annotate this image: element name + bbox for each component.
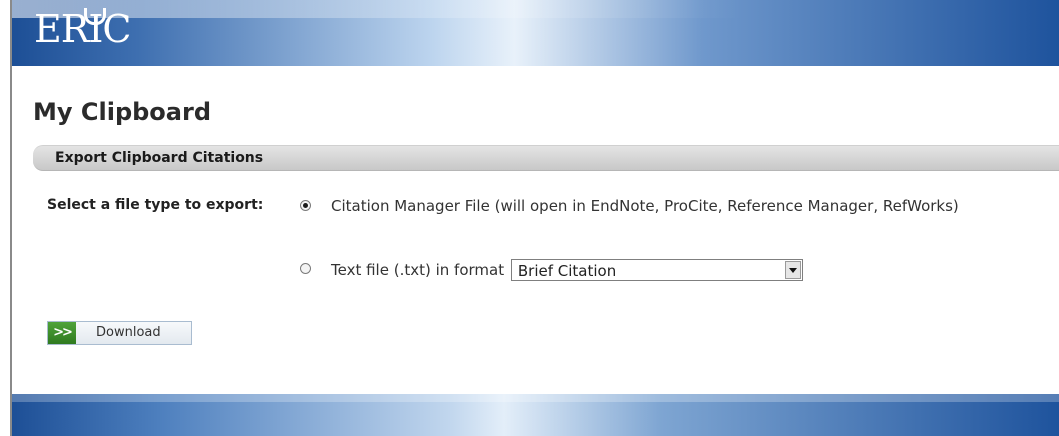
file-type-label: Select a file type to export: bbox=[47, 197, 264, 213]
site-footer bbox=[12, 394, 1059, 436]
text-file-label: Text file (.txt) in format bbox=[331, 261, 505, 279]
format-select[interactable]: Brief Citation bbox=[510, 259, 803, 281]
option-citation-manager[interactable]: Citation Manager File (will open in EndN… bbox=[300, 196, 1040, 216]
format-select-value: Brief Citation bbox=[517, 262, 617, 280]
double-chevron-right-icon: >> bbox=[48, 322, 76, 344]
dropdown-arrow-icon[interactable] bbox=[784, 261, 801, 279]
eric-logo[interactable]: ERIC bbox=[34, 7, 131, 51]
download-label: Download bbox=[96, 325, 161, 340]
export-section-header: Export Clipboard Citations bbox=[33, 145, 1059, 171]
section-title: Export Clipboard Citations bbox=[55, 150, 264, 166]
logo-text: ERIC bbox=[34, 7, 131, 51]
citation-manager-radio[interactable] bbox=[300, 200, 311, 211]
page-title: My Clipboard bbox=[33, 98, 212, 126]
option-text-file[interactable]: Text file (.txt) in format Brief Citatio… bbox=[300, 259, 803, 281]
text-file-radio[interactable] bbox=[300, 263, 311, 274]
citation-manager-label: Citation Manager File (will open in EndN… bbox=[331, 197, 959, 215]
page-frame: ERIC My Clipboard Export Clipboard Citat… bbox=[0, 0, 1059, 436]
site-header: ERIC bbox=[12, 0, 1059, 66]
download-button[interactable]: >> Download bbox=[47, 321, 192, 345]
